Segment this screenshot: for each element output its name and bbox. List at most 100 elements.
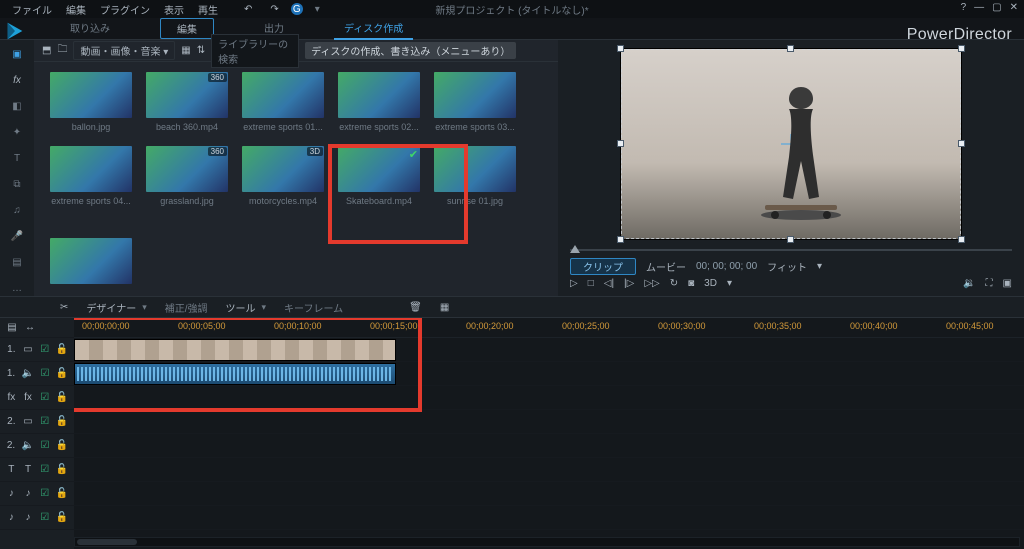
visibility-toggle[interactable]: ☑	[39, 416, 50, 427]
handle-e[interactable]	[958, 140, 965, 147]
video-clip[interactable]	[74, 339, 396, 361]
lock-icon[interactable]: 🔓	[56, 416, 68, 427]
voice-icon[interactable]: 🎤	[9, 228, 25, 244]
tool-dropdown[interactable]: ツール ▾	[226, 300, 267, 315]
audio-lane-1[interactable]	[74, 362, 1024, 386]
track-header[interactable]: fxfx☑🔓	[0, 386, 74, 410]
keyframe-button[interactable]: キーフレーム	[284, 300, 343, 315]
3d-toggle[interactable]: 3D	[704, 278, 717, 289]
media-room-icon[interactable]: ▣	[9, 46, 25, 62]
scissors-icon[interactable]: ✂	[60, 302, 68, 313]
lock-icon[interactable]: 🔓	[56, 392, 68, 403]
help-circle-icon[interactable]: G	[291, 3, 303, 15]
import-icon[interactable]: ⬒	[42, 45, 51, 56]
timeline-body[interactable]: 00;00;00;0000;00;05;0000;00;10;0000;00;1…	[74, 318, 1024, 549]
lock-icon[interactable]: 🔓	[56, 368, 68, 379]
lock-icon[interactable]: 🔓	[56, 440, 68, 451]
designer-dropdown[interactable]: デザイナー ▾	[86, 300, 146, 315]
audio-lane-2[interactable]	[74, 434, 1024, 458]
chevron-down-icon[interactable]: ▾	[727, 278, 732, 289]
title-lane[interactable]	[74, 458, 1024, 482]
minimize-icon[interactable]: —	[974, 2, 984, 13]
track-header[interactable]: TT☑🔓	[0, 458, 74, 482]
fix-enhance-button[interactable]: 補正/強調	[165, 300, 208, 315]
close-icon[interactable]: ✕	[1010, 2, 1018, 13]
visibility-toggle[interactable]: ☑	[39, 392, 50, 403]
scrubber-knob[interactable]	[570, 245, 580, 253]
music-lane-1[interactable]	[74, 482, 1024, 506]
visibility-toggle[interactable]: ☑	[39, 488, 50, 499]
handle-se[interactable]	[958, 236, 965, 243]
folder-icon[interactable]: 🗀	[57, 42, 67, 59]
sort-icon[interactable]: ⇅	[197, 45, 205, 56]
undo-icon[interactable]: ↶	[238, 2, 258, 17]
chevron-down-icon[interactable]: ▾	[309, 2, 326, 17]
media-thumb-extra[interactable]	[50, 238, 132, 284]
tl-menu-icon[interactable]: ▤	[6, 322, 18, 333]
visibility-toggle[interactable]: ☑	[39, 464, 50, 475]
menu-view[interactable]: 表示	[158, 0, 190, 19]
stop-icon[interactable]: □	[588, 278, 594, 289]
media-thumb[interactable]: sunrise 01.jpg	[434, 146, 516, 206]
preview-scrubber[interactable]	[570, 244, 1012, 256]
snapshot-icon[interactable]: ◙	[688, 278, 694, 289]
visibility-toggle[interactable]: ☑	[40, 368, 50, 379]
lock-icon[interactable]: 🔓	[56, 344, 68, 355]
volume-icon[interactable]: 🔉	[963, 278, 975, 289]
maximize-icon[interactable]: ▢	[992, 2, 1001, 13]
media-thumb[interactable]: extreme sports 03...	[434, 72, 516, 132]
next-frame-icon[interactable]: |▷	[624, 278, 634, 289]
tl-ruler-icon[interactable]: ↔	[24, 322, 36, 333]
fullscreen-icon[interactable]: ⛶	[986, 278, 993, 289]
disc-menu-pill[interactable]: ディスクの作成、書き込み（メニューあり）	[305, 42, 516, 59]
fx-icon[interactable]: fx	[9, 72, 25, 88]
audio-clip[interactable]	[74, 363, 396, 385]
subtitle-icon[interactable]: …	[9, 280, 25, 296]
media-filter-dropdown[interactable]: 動画・画像・音楽 ▾	[73, 41, 175, 60]
media-thumb[interactable]: 360grassland.jpg	[146, 146, 228, 206]
music-lane-2[interactable]	[74, 506, 1024, 530]
scrollbar-thumb[interactable]	[77, 539, 137, 545]
title-icon[interactable]: T	[9, 150, 25, 166]
library-search-input[interactable]: ライブラリーの検索	[211, 34, 299, 68]
particle-icon[interactable]: ✦	[9, 124, 25, 140]
popout-icon[interactable]: ▣	[1003, 278, 1012, 289]
track-header[interactable]: 1.🔈☑🔓	[0, 362, 74, 386]
tab-disc[interactable]: ディスク作成	[334, 16, 413, 39]
media-thumb[interactable]: extreme sports 04...	[50, 146, 132, 206]
track-header[interactable]: 2.🔈☑🔓	[0, 434, 74, 458]
tab-import[interactable]: 取り込み	[60, 16, 120, 39]
more-icon[interactable]: ▦	[440, 302, 449, 313]
fit-dropdown[interactable]: フィット	[767, 259, 807, 274]
track-header[interactable]: 1.▭☑🔓	[0, 338, 74, 362]
media-thumb[interactable]: 3Dmotorcycles.mp4	[242, 146, 324, 206]
chapter-icon[interactable]: ▤	[9, 254, 25, 270]
movie-mode-label[interactable]: ムービー	[646, 259, 686, 274]
chevron-down-icon[interactable]: ▾	[817, 261, 822, 272]
visibility-toggle[interactable]: ☑	[39, 344, 50, 355]
media-thumb[interactable]: ballon.jpg	[50, 72, 132, 132]
menu-file[interactable]: ファイル	[6, 0, 58, 19]
handle-sw[interactable]	[617, 236, 624, 243]
lock-icon[interactable]: 🔓	[56, 512, 68, 523]
media-thumb[interactable]: ✔Skateboard.mp4	[338, 146, 420, 206]
clip-mode-pill[interactable]: クリップ	[570, 258, 636, 275]
loop-icon[interactable]: ↻	[670, 278, 678, 289]
redo-icon[interactable]: ↷	[264, 2, 284, 17]
tab-edit[interactable]: 編集	[160, 18, 214, 39]
time-ruler[interactable]: 00;00;00;0000;00;05;0000;00;10;0000;00;1…	[74, 318, 1024, 338]
handle-ne[interactable]	[958, 45, 965, 52]
timeline-scrollbar[interactable]	[74, 537, 1020, 547]
handle-w[interactable]	[617, 140, 624, 147]
media-thumb[interactable]: 360beach 360.mp4	[146, 72, 228, 132]
track-header[interactable]: ♪♪☑🔓	[0, 482, 74, 506]
fx-lane[interactable]	[74, 386, 1024, 410]
help-icon[interactable]: ?	[961, 2, 967, 13]
play-icon[interactable]: ▷	[570, 278, 578, 289]
media-thumb[interactable]: extreme sports 02...	[338, 72, 420, 132]
handle-s[interactable]	[787, 236, 794, 243]
lock-icon[interactable]: 🔓	[56, 464, 68, 475]
track-header[interactable]: 2.▭☑🔓	[0, 410, 74, 434]
fast-forward-icon[interactable]: ▷▷	[644, 278, 659, 289]
preview-canvas[interactable]	[620, 48, 962, 240]
